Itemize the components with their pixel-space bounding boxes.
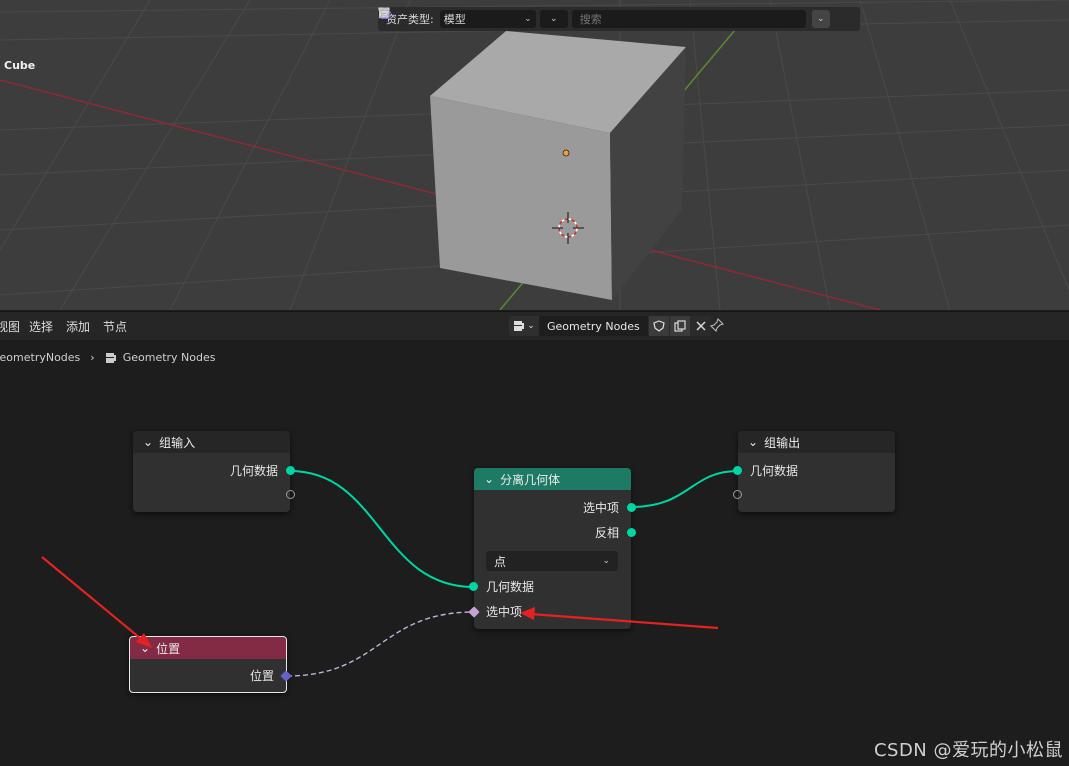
node-tree-icon <box>514 321 525 331</box>
asset-shelf-bar: 资产类型: 模型 ⌄ ⌄ 搜索 ⌄ <box>378 7 860 31</box>
geometry-input-socket[interactable] <box>733 466 742 475</box>
asset-type-dropdown[interactable]: 模型 ⌄ <box>378 7 536 28</box>
socket-label: 选中项 <box>582 501 619 515</box>
duplicate-icon <box>674 320 686 332</box>
search-icon <box>378 7 390 19</box>
geometry-output-socket[interactable] <box>286 466 295 475</box>
link-geometry-output <box>630 470 739 508</box>
selection-output-socket[interactable] <box>627 503 636 512</box>
viewport-scene <box>0 0 1069 310</box>
node-title: 分离几何体 <box>500 472 561 487</box>
link-position-selection <box>286 611 475 677</box>
empty-input-socket[interactable] <box>733 490 742 499</box>
fake-user-button[interactable] <box>647 316 669 336</box>
chevron-down-icon: ⌄ <box>816 14 825 24</box>
inverted-output-socket[interactable] <box>627 528 636 537</box>
group-output-node[interactable]: ⌄ 组输出 几何数据 <box>733 431 895 512</box>
chevron-down-icon[interactable]: ⌄ <box>140 641 150 655</box>
chevron-down-icon: ⌄ <box>602 556 610 566</box>
socket-label: 反相 <box>594 526 619 540</box>
asset-search-field[interactable] <box>378 7 806 28</box>
breadcrumb-node-tree: Geometry Nodes <box>105 351 216 364</box>
position-output-socket[interactable] <box>280 670 292 682</box>
asset-type-label: 资产类型: <box>386 13 434 26</box>
display-filter-button[interactable]: ⌄ <box>379 8 568 28</box>
socket-label: 几何数据 <box>229 464 278 478</box>
shield-icon <box>653 320 665 332</box>
domain-dropdown[interactable]: 点 ⌄ <box>486 551 618 571</box>
geometry-input-socket[interactable] <box>469 582 478 591</box>
empty-output-socket[interactable] <box>286 490 295 499</box>
selection-input-socket[interactable] <box>468 606 480 618</box>
chevron-right-icon: › <box>90 351 95 364</box>
chevron-down-icon: ⌄ <box>527 321 535 331</box>
chevron-down-icon: ⌄ <box>549 14 558 24</box>
red-arrow-icon <box>41 556 152 648</box>
node-tree-icon <box>105 352 116 363</box>
node-tree-browse-button[interactable]: ⌄ <box>509 316 539 336</box>
socket-label: 选中项 <box>486 605 523 619</box>
breadcrumb-modifier: GeometryNodes <box>0 351 81 364</box>
menu-view[interactable]: 视图 <box>0 318 20 335</box>
menu-add[interactable]: 添加 <box>66 318 90 335</box>
node-tree-name-field[interactable]: Geometry Nodes <box>539 316 648 336</box>
node-header[interactable]: ⌄ 分离几何体 <box>474 468 631 490</box>
breadcrumb-node-tree-label: Geometry Nodes <box>122 351 216 364</box>
chevron-down-icon[interactable]: ⌄ <box>748 435 758 449</box>
asset-type-label-group: 资产类型: <box>379 8 434 27</box>
chevron-down-icon[interactable]: ⌄ <box>143 435 153 449</box>
link-geometry-input <box>289 470 475 588</box>
menu-node[interactable]: 节点 <box>103 318 127 335</box>
menu-select[interactable]: 选择 <box>29 318 53 335</box>
cube-mesh[interactable] <box>430 31 686 300</box>
chevron-down-icon[interactable]: ⌄ <box>484 472 494 486</box>
chevron-down-icon: ⌄ <box>524 14 532 24</box>
node-title: 组输入 <box>159 435 196 450</box>
node-header[interactable]: ⌄ 组输出 <box>738 431 895 453</box>
separate-geometry-node[interactable]: ⌄ 分离几何体 选中项 反相 点 ⌄ 几何数据 选中项 <box>468 468 636 629</box>
group-input-node[interactable]: ⌄ 组输入 几何数据 <box>133 431 295 512</box>
pin-icon[interactable] <box>710 318 724 332</box>
breadcrumb: GeometryNodes › Geometry Nodes <box>0 351 216 364</box>
duplicate-tree-button[interactable] <box>668 316 690 336</box>
3d-viewport[interactable]: Cube 资产类型: 模型 ⌄ ⌄ 搜索 ⌄ <box>0 0 1069 310</box>
socket-label: 几何数据 <box>750 464 799 478</box>
node-tree-selector: ⌄ Geometry Nodes <box>509 316 711 336</box>
position-node[interactable]: ⌄ 位置 位置 <box>129 636 292 693</box>
active-object-name: Cube <box>4 59 36 72</box>
node-header[interactable]: ⌄ 组输入 <box>133 431 290 453</box>
socket-label: 位置 <box>249 669 274 683</box>
unlink-tree-button[interactable] <box>689 316 711 336</box>
socket-label: 几何数据 <box>486 580 535 594</box>
node-title: 位置 <box>156 641 181 656</box>
watermark: CSDN @爱玩的小松鼠 <box>873 740 1063 761</box>
close-icon <box>696 321 706 331</box>
domain-value: 点 <box>494 554 507 569</box>
origin-point <box>562 149 570 157</box>
node-editor-header: 视图 选择 添加 节点 ⌄ Geometry Nodes <box>0 311 1069 340</box>
search-input[interactable] <box>577 11 762 27</box>
node-title: 组输出 <box>764 435 801 450</box>
asset-type-value: 模型 <box>443 13 466 26</box>
asset-options-button[interactable]: ⌄ <box>811 10 830 28</box>
node-header[interactable]: ⌄ 位置 <box>130 637 286 659</box>
